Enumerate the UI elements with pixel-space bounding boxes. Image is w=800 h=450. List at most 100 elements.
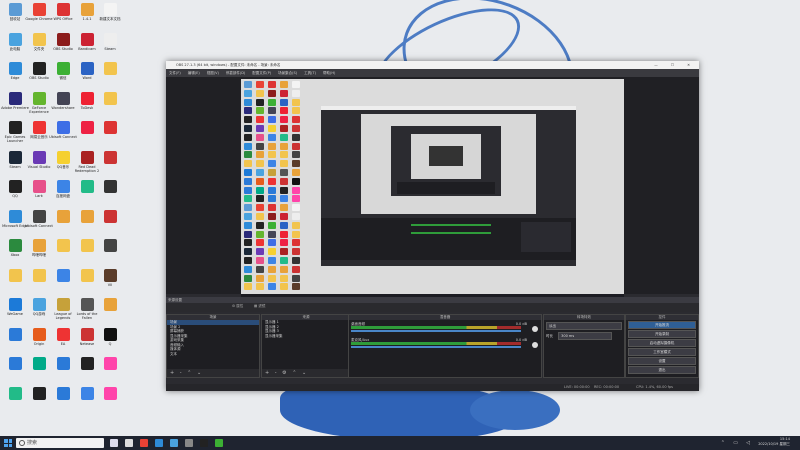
app-icon xyxy=(8,121,22,134)
tray-chevron-icon[interactable]: ⌃ xyxy=(721,440,725,446)
preview-icon xyxy=(256,107,264,115)
app-icon xyxy=(103,150,117,164)
preview-icon xyxy=(268,248,276,256)
menu-item[interactable]: 编辑(E) xyxy=(188,71,200,75)
scenes-footer[interactable]: + - ⌃ ⌄ xyxy=(167,369,259,377)
preview-icon xyxy=(268,257,276,264)
control-button[interactable]: 设置 xyxy=(628,357,696,365)
app-icon xyxy=(32,62,46,75)
preview-icon xyxy=(256,133,264,141)
app-icon xyxy=(56,209,70,223)
preview-icon xyxy=(256,248,264,256)
preview-icon xyxy=(244,98,252,106)
taskbar-app-icon[interactable] xyxy=(140,439,148,447)
app-icon xyxy=(80,239,94,252)
tray-volume-icon[interactable]: ◁ xyxy=(746,440,750,446)
preview-area[interactable] xyxy=(166,77,699,300)
desktop-icon-label: Steam xyxy=(104,46,116,51)
taskbar-app-icon[interactable] xyxy=(185,439,193,447)
control-button[interactable]: 启动虚拟摄像机 xyxy=(628,339,696,347)
control-button[interactable]: 工作室模式 xyxy=(628,348,696,356)
menu-item[interactable]: 文件(F) xyxy=(169,71,181,75)
app-icon xyxy=(80,62,94,75)
taskbar: 搜索 ⌃ ▭ ◁ 15:14 2022/10/19 星期三 xyxy=(0,436,800,450)
taskbar-search[interactable]: 搜索 xyxy=(16,438,104,448)
taskbar-app-icon[interactable] xyxy=(200,439,208,447)
mute-icon[interactable] xyxy=(532,326,538,332)
scene-item[interactable]: 文本 xyxy=(167,352,259,357)
taskbar-app-icon[interactable] xyxy=(170,439,178,447)
desktop-icon[interactable] xyxy=(95,386,125,423)
taskbar-app-icon[interactable] xyxy=(110,439,118,447)
preview-icon xyxy=(244,186,252,194)
control-button[interactable]: 开始推流 xyxy=(628,321,696,329)
preview-icon xyxy=(268,230,276,238)
control-button[interactable]: 退出 xyxy=(628,366,696,374)
preview-icon xyxy=(244,151,252,159)
app-icon xyxy=(8,209,22,223)
app-icon xyxy=(80,209,94,223)
preview-icon xyxy=(244,221,252,229)
volume-fader[interactable] xyxy=(351,330,521,332)
sources-footer[interactable]: + - ⚙ ⌃ ⌄ xyxy=(262,369,350,377)
window-title: OBS 27.1.3 (64 bit, windows) - 配置文件: 未命名… xyxy=(176,63,281,67)
tray-network-icon[interactable]: ▭ xyxy=(733,440,738,446)
desktop-icon-label xyxy=(95,371,125,379)
preview-icon xyxy=(268,204,276,212)
preview-icon xyxy=(256,265,264,273)
app-icon xyxy=(32,386,46,400)
app-icon xyxy=(80,327,94,341)
control-button[interactable]: 开始录制 xyxy=(628,330,696,338)
preview-icon xyxy=(292,133,300,141)
menu-item[interactable]: 配置文件(P) xyxy=(252,71,271,75)
preview-icon xyxy=(256,221,264,229)
preview-icon xyxy=(256,239,264,247)
preview-icon xyxy=(280,169,288,176)
preview-icon xyxy=(256,257,264,264)
menu-item[interactable]: 视图(V) xyxy=(207,71,219,75)
preview-icon xyxy=(256,283,264,291)
app-icon xyxy=(103,239,117,252)
preview-icon xyxy=(268,160,276,168)
preview-icon xyxy=(292,265,300,273)
preview-icon xyxy=(268,98,276,106)
menu-item[interactable]: 帮助(H) xyxy=(323,71,335,75)
search-icon xyxy=(19,440,25,446)
dock-area: 来源设置 ⚙ 属性 ▦ 滤镜 场景 场景 场景 2 屏幕捕获 显示器采集 游戏采集 音频输… xyxy=(166,297,699,385)
taskbar-app-icon[interactable] xyxy=(125,439,133,447)
preview-icon xyxy=(256,125,264,132)
app-icon xyxy=(80,357,94,370)
preview-icon xyxy=(268,213,276,220)
taskbar-clock[interactable]: 15:14 2022/10/19 星期三 xyxy=(758,437,790,447)
taskbar-app-icon[interactable] xyxy=(155,439,163,447)
preview-icon xyxy=(280,265,288,273)
preview-icon xyxy=(244,204,252,212)
preview-icon xyxy=(244,265,252,273)
preview-icon xyxy=(280,133,288,141)
transition-select[interactable]: 淡出 xyxy=(546,322,622,330)
menu-item[interactable]: 工具(T) xyxy=(304,71,316,75)
app-icon xyxy=(80,121,94,134)
app-icon xyxy=(103,268,117,282)
menu-item[interactable]: 场景集合(S) xyxy=(278,71,297,75)
window-titlebar[interactable]: OBS 27.1.3 (64 bit, windows) - 配置文件: 未命名… xyxy=(166,61,699,69)
window-controls[interactable]: — ☐ ✕ xyxy=(654,61,696,69)
app-icon xyxy=(103,62,117,75)
app-icon xyxy=(56,357,70,370)
volume-fader[interactable] xyxy=(351,346,521,348)
start-button[interactable] xyxy=(4,439,12,447)
preview-icon xyxy=(280,107,288,115)
app-icon xyxy=(8,3,22,16)
obs-window[interactable]: OBS 27.1.3 (64 bit, windows) - 配置文件: 未命名… xyxy=(166,61,699,391)
preview-icon xyxy=(268,221,276,229)
source-item[interactable]: 显示器采集 xyxy=(262,334,350,339)
duration-input[interactable]: 300 ms xyxy=(558,332,613,340)
app-icon xyxy=(56,32,70,46)
mute-icon[interactable] xyxy=(532,342,538,348)
preview-icon xyxy=(256,177,264,185)
menu-item[interactable]: 停靠部件(D) xyxy=(226,71,245,75)
taskbar-app-icon[interactable] xyxy=(215,439,223,447)
volume-meter xyxy=(351,342,521,345)
app-icon xyxy=(56,327,70,341)
preview-icon xyxy=(268,195,276,203)
